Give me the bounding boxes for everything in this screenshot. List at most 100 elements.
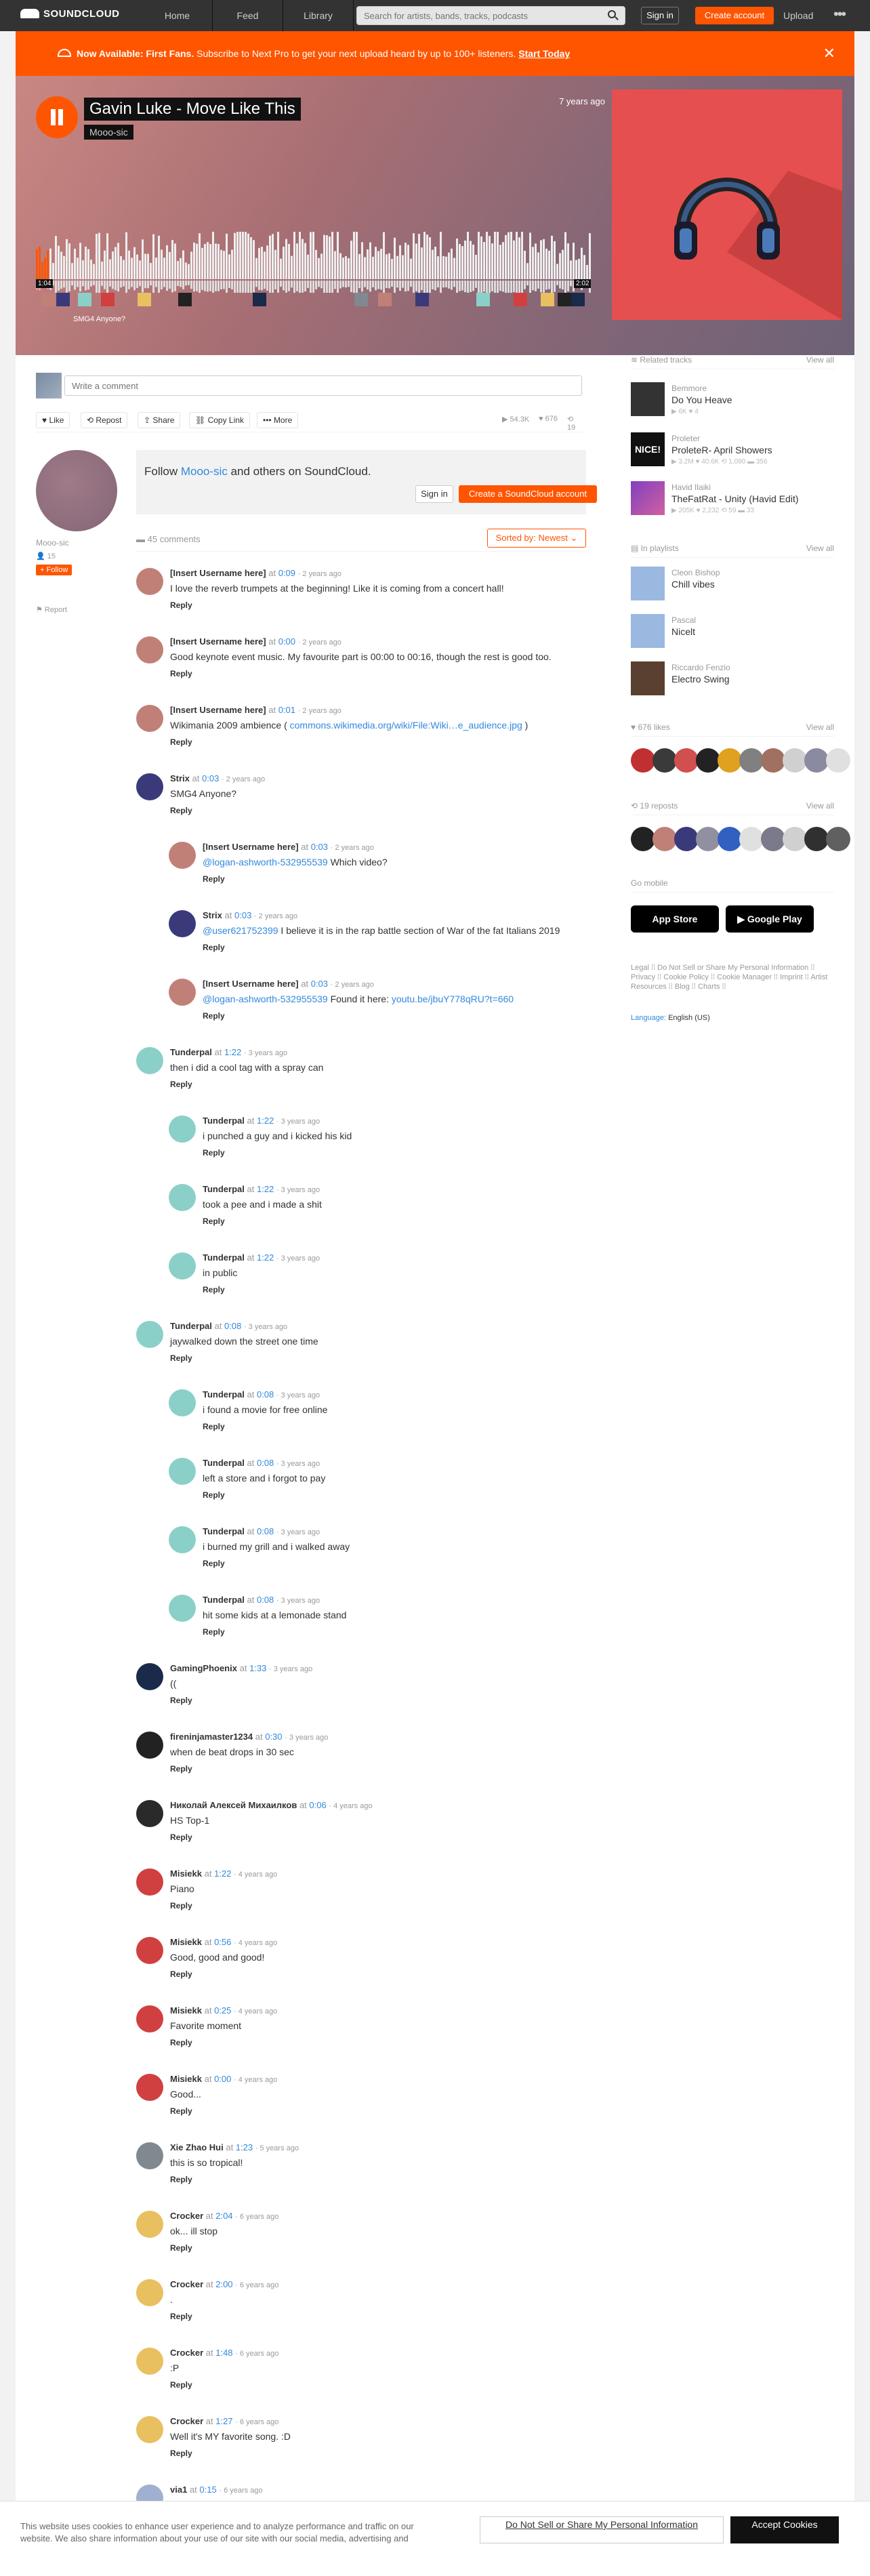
user-avatar[interactable] [826, 748, 850, 773]
commenter-avatar[interactable] [136, 636, 163, 663]
user-avatar[interactable] [783, 748, 807, 773]
user-avatar[interactable] [652, 748, 677, 773]
commenter-name[interactable]: Crocker [170, 2211, 203, 2221]
commenter-avatar[interactable] [136, 2279, 163, 2306]
waveform-comment-avatar[interactable] [476, 293, 490, 306]
create-account-button[interactable]: Create account [695, 7, 774, 24]
reply-button[interactable]: Reply [170, 1764, 192, 1774]
commenter-name[interactable]: Crocker [170, 2279, 203, 2289]
reply-button[interactable]: Reply [203, 1422, 225, 1431]
waveform-comment-avatar[interactable] [541, 293, 554, 306]
comment-timestamp[interactable]: 1:23 [236, 2142, 253, 2152]
commenter-name[interactable]: [Insert Username here] [170, 636, 266, 647]
commenter-name[interactable]: Tunderpal [203, 1184, 245, 1194]
comment-timestamp[interactable]: 2:00 [215, 2279, 232, 2289]
commenter-name[interactable]: Misiekk [170, 2074, 202, 2084]
share-button[interactable]: ⇪ Share [138, 412, 181, 428]
reply-button[interactable]: Reply [170, 2106, 192, 2116]
waveform-comment-avatar[interactable] [514, 293, 527, 306]
commenter-name[interactable]: Tunderpal [203, 1116, 245, 1126]
waveform-comment-avatar[interactable] [138, 293, 151, 306]
nav-library[interactable]: Library [283, 0, 354, 31]
user-avatar[interactable] [718, 748, 742, 773]
commenter-name[interactable]: [Insert Username here] [170, 705, 266, 715]
reply-button[interactable]: Reply [170, 2243, 192, 2253]
user-avatar[interactable] [696, 748, 720, 773]
commenter-avatar[interactable] [169, 979, 196, 1006]
likes-view-all[interactable]: View all [806, 722, 834, 732]
commenter-avatar[interactable] [136, 773, 163, 800]
commenter-avatar[interactable] [136, 1937, 163, 1964]
commenter-avatar[interactable] [136, 2348, 163, 2375]
related-track[interactable]: Bemmore Do You Heave ▶ 6K ♥ 4 [631, 382, 834, 423]
reply-button[interactable]: Reply [170, 600, 192, 610]
commenter-name[interactable]: Strix [203, 910, 222, 920]
google-play-badge[interactable]: ▶ Google Play [726, 905, 814, 933]
comment-timestamp[interactable]: 0:09 [278, 568, 295, 578]
comment-link[interactable]: youtu.be/jbuY778qRU?t=660 [392, 994, 514, 1004]
user-avatar[interactable] [783, 827, 807, 851]
commenter-name[interactable]: Tunderpal [170, 1047, 212, 1057]
more-button[interactable]: ••• More [257, 412, 299, 428]
commenter-avatar[interactable] [169, 842, 196, 869]
comment-timestamp[interactable]: 0:25 [214, 2005, 231, 2016]
comment-timestamp[interactable]: 1:22 [214, 1868, 231, 1879]
comment-timestamp[interactable]: 0:03 [234, 910, 251, 920]
waveform-comment-avatar[interactable] [78, 293, 91, 306]
commenter-avatar[interactable] [136, 2074, 163, 2101]
user-avatar[interactable] [761, 748, 785, 773]
commenter-name[interactable]: Tunderpal [203, 1252, 245, 1263]
playlist-item[interactable]: Cleon Bishop Chill vibes [631, 567, 834, 607]
follow-create-button[interactable]: Create a SoundCloud account [459, 485, 597, 503]
waveform-comment-avatar[interactable] [41, 293, 55, 306]
search-icon[interactable] [608, 10, 616, 18]
artist-name[interactable]: Mooo-sic [36, 538, 121, 548]
waveform-comment-avatar[interactable] [253, 293, 266, 306]
user-avatar[interactable] [631, 827, 655, 851]
user-avatar[interactable] [804, 827, 829, 851]
comment-timestamp[interactable]: 0:06 [309, 1800, 326, 1810]
track-artist[interactable]: Mooo-sic [84, 125, 133, 140]
playlist-item[interactable]: Riccardo Fenzio Electro Swing [631, 661, 834, 702]
comment-timestamp[interactable]: 1:22 [224, 1047, 241, 1057]
comment-timestamp[interactable]: 0:08 [257, 1595, 274, 1605]
commenter-name[interactable]: Tunderpal [203, 1389, 245, 1399]
comment-timestamp[interactable]: 0:08 [257, 1389, 274, 1399]
user-avatar[interactable] [739, 827, 764, 851]
accept-cookies-button[interactable]: Accept Cookies [730, 2516, 839, 2543]
reply-button[interactable]: Reply [170, 737, 192, 747]
close-icon[interactable]: ✕ [823, 31, 835, 76]
reply-button[interactable]: Reply [203, 1627, 225, 1637]
user-avatar[interactable] [718, 827, 742, 851]
reply-button[interactable]: Reply [170, 1833, 192, 1842]
comment-timestamp[interactable]: 1:22 [257, 1252, 274, 1263]
user-avatar[interactable] [804, 748, 829, 773]
related-track[interactable]: Havid Ilaiki TheFatRat - Unity (Havid Edi… [631, 481, 834, 522]
comment-link[interactable]: @logan-ashworth-532955539 [203, 994, 328, 1004]
reply-button[interactable]: Reply [170, 2038, 192, 2047]
commenter-avatar[interactable] [169, 1526, 196, 1553]
reply-button[interactable]: Reply [170, 1901, 192, 1910]
user-avatar[interactable] [674, 827, 699, 851]
reply-button[interactable]: Reply [203, 1559, 225, 1568]
reply-button[interactable]: Reply [203, 943, 225, 952]
commenter-name[interactable]: Misiekk [170, 1868, 202, 1879]
reply-button[interactable]: Reply [170, 806, 192, 815]
comment-timestamp[interactable]: 0:00 [278, 636, 295, 647]
comment-timestamp[interactable]: 0:56 [214, 1937, 231, 1947]
comment-timestamp[interactable]: 1:22 [257, 1116, 274, 1126]
reply-button[interactable]: Reply [170, 2449, 192, 2458]
comment-timestamp[interactable]: 1:27 [215, 2416, 232, 2426]
user-avatar[interactable] [696, 827, 720, 851]
reply-button[interactable]: Reply [203, 1490, 225, 1500]
commenter-name[interactable]: via1 [170, 2485, 187, 2495]
commenter-avatar[interactable] [136, 2416, 163, 2443]
sort-dropdown[interactable]: Sorted by: Newest ⌄ [487, 529, 586, 548]
reply-button[interactable]: Reply [170, 669, 192, 678]
artist-avatar[interactable] [36, 450, 117, 531]
commenter-avatar[interactable] [169, 910, 196, 937]
comment-timestamp[interactable]: 1:48 [215, 2348, 232, 2358]
comment-input[interactable] [64, 375, 582, 396]
user-avatar[interactable] [826, 827, 850, 851]
commenter-name[interactable]: Crocker [170, 2348, 203, 2358]
